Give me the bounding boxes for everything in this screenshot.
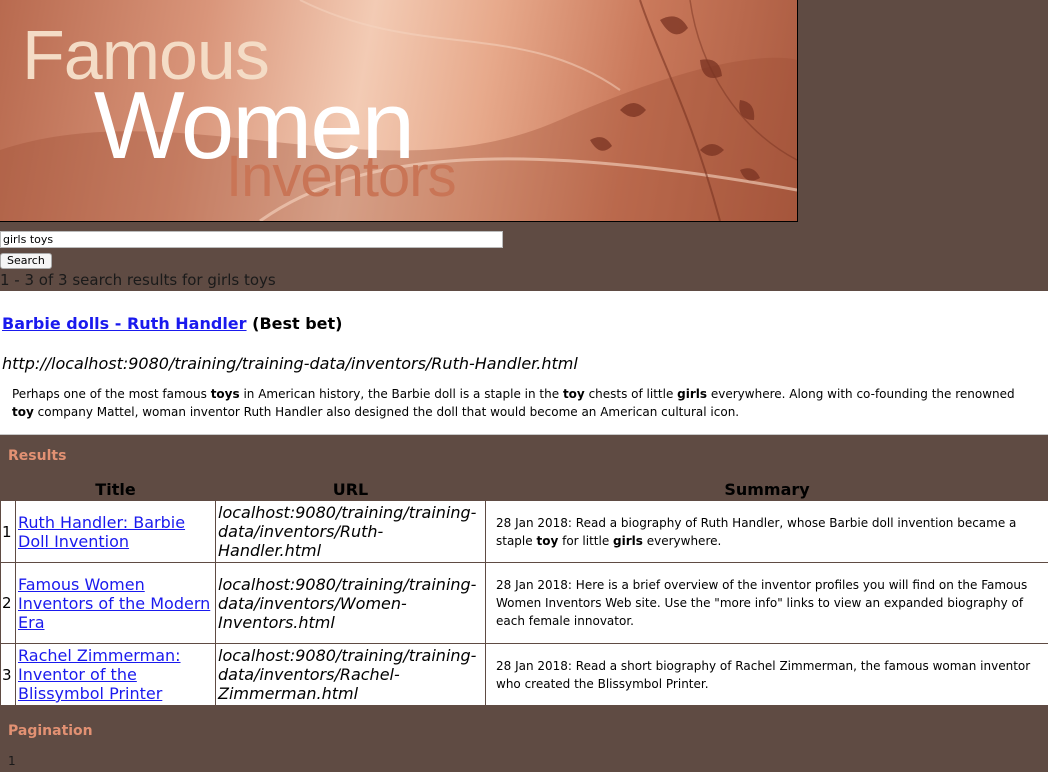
summary-text: 28 Jan 2018: Here is a brief overview of… <box>496 578 1028 628</box>
result-number: 1 <box>0 500 16 563</box>
summary-text: everywhere. Along with co-founding the r… <box>707 387 1015 401</box>
result-title-link[interactable]: Rachel Zimmerman: Inventor of the Blissy… <box>18 646 181 703</box>
summary-text: for little <box>558 533 614 548</box>
logo-inventors-text: Inventors <box>226 144 457 209</box>
best-bet-tag: (Best bet) <box>252 314 343 333</box>
results-table: Title URL Summary 1 Ruth Handler: Barbie… <box>0 478 1048 706</box>
column-header-summary: Summary <box>724 479 810 499</box>
result-summary: 28 Jan 2018: Read a short biography of R… <box>485 643 1048 706</box>
table-row: 2 Famous Women Inventors of the Modern E… <box>0 562 1048 644</box>
summary-text: chests of little <box>584 387 678 401</box>
search-button[interactable]: Search <box>0 253 52 269</box>
best-bet-url: http://localhost:9080/training/training-… <box>2 354 578 373</box>
column-header-title: Title <box>95 479 136 499</box>
highlighted-term: toy <box>562 387 585 401</box>
best-bet-summary: Perhaps one of the most famous toys in A… <box>12 385 1032 421</box>
result-number: 3 <box>0 643 16 706</box>
table-row: 1 Ruth Handler: Barbie Doll Invention lo… <box>0 500 1048 563</box>
result-title-cell: Famous Women Inventors of the Modern Era <box>15 562 216 644</box>
result-title-link[interactable]: Ruth Handler: Barbie Doll Invention <box>18 513 185 551</box>
summary-text: in American history, the Barbie doll is … <box>239 387 563 401</box>
highlighted-term: girls <box>677 387 708 401</box>
highlighted-term: toy <box>536 533 559 548</box>
best-bet-heading: Barbie dolls - Ruth Handler (Best bet) <box>2 314 343 333</box>
pagination-page-number[interactable]: 1 <box>8 754 16 768</box>
best-bet-panel: Barbie dolls - Ruth Handler (Best bet) h… <box>0 291 1048 435</box>
highlighted-term: toy <box>12 405 34 419</box>
best-bet-link[interactable]: Barbie dolls - Ruth Handler <box>2 314 247 333</box>
result-title-cell: Ruth Handler: Barbie Doll Invention <box>15 500 216 563</box>
results-count: 1 - 3 of 3 search results for girls toys <box>0 271 276 289</box>
column-header-number <box>1 478 16 501</box>
result-url: localhost:9080/training/training-data/in… <box>215 500 486 563</box>
result-url: localhost:9080/training/training-data/in… <box>215 643 486 706</box>
summary-text: 28 Jan 2018: Read a short biography of R… <box>496 658 1031 691</box>
pagination-heading: Pagination <box>8 723 93 739</box>
search-input[interactable] <box>0 231 503 248</box>
result-summary: 28 Jan 2018: Read a biography of Ruth Ha… <box>485 500 1048 563</box>
results-heading: Results <box>8 448 67 464</box>
result-title-cell: Rachel Zimmerman: Inventor of the Blissy… <box>15 643 216 706</box>
result-url: localhost:9080/training/training-data/in… <box>215 562 486 644</box>
table-row: 3 Rachel Zimmerman: Inventor of the Blis… <box>0 643 1048 706</box>
result-summary: 28 Jan 2018: Here is a brief overview of… <box>485 562 1048 644</box>
site-banner: Famous Women Inventors <box>0 0 798 222</box>
result-number: 2 <box>0 562 16 644</box>
summary-text: company Mattel, woman inventor Ruth Hand… <box>33 405 740 419</box>
summary-text: Perhaps one of the most famous <box>12 387 211 401</box>
result-title-link[interactable]: Famous Women Inventors of the Modern Era <box>18 575 210 632</box>
column-header-url: URL <box>332 479 369 499</box>
highlighted-term: toys <box>210 387 240 401</box>
summary-text: everywhere. <box>642 533 722 548</box>
highlighted-term: girls <box>613 533 643 548</box>
